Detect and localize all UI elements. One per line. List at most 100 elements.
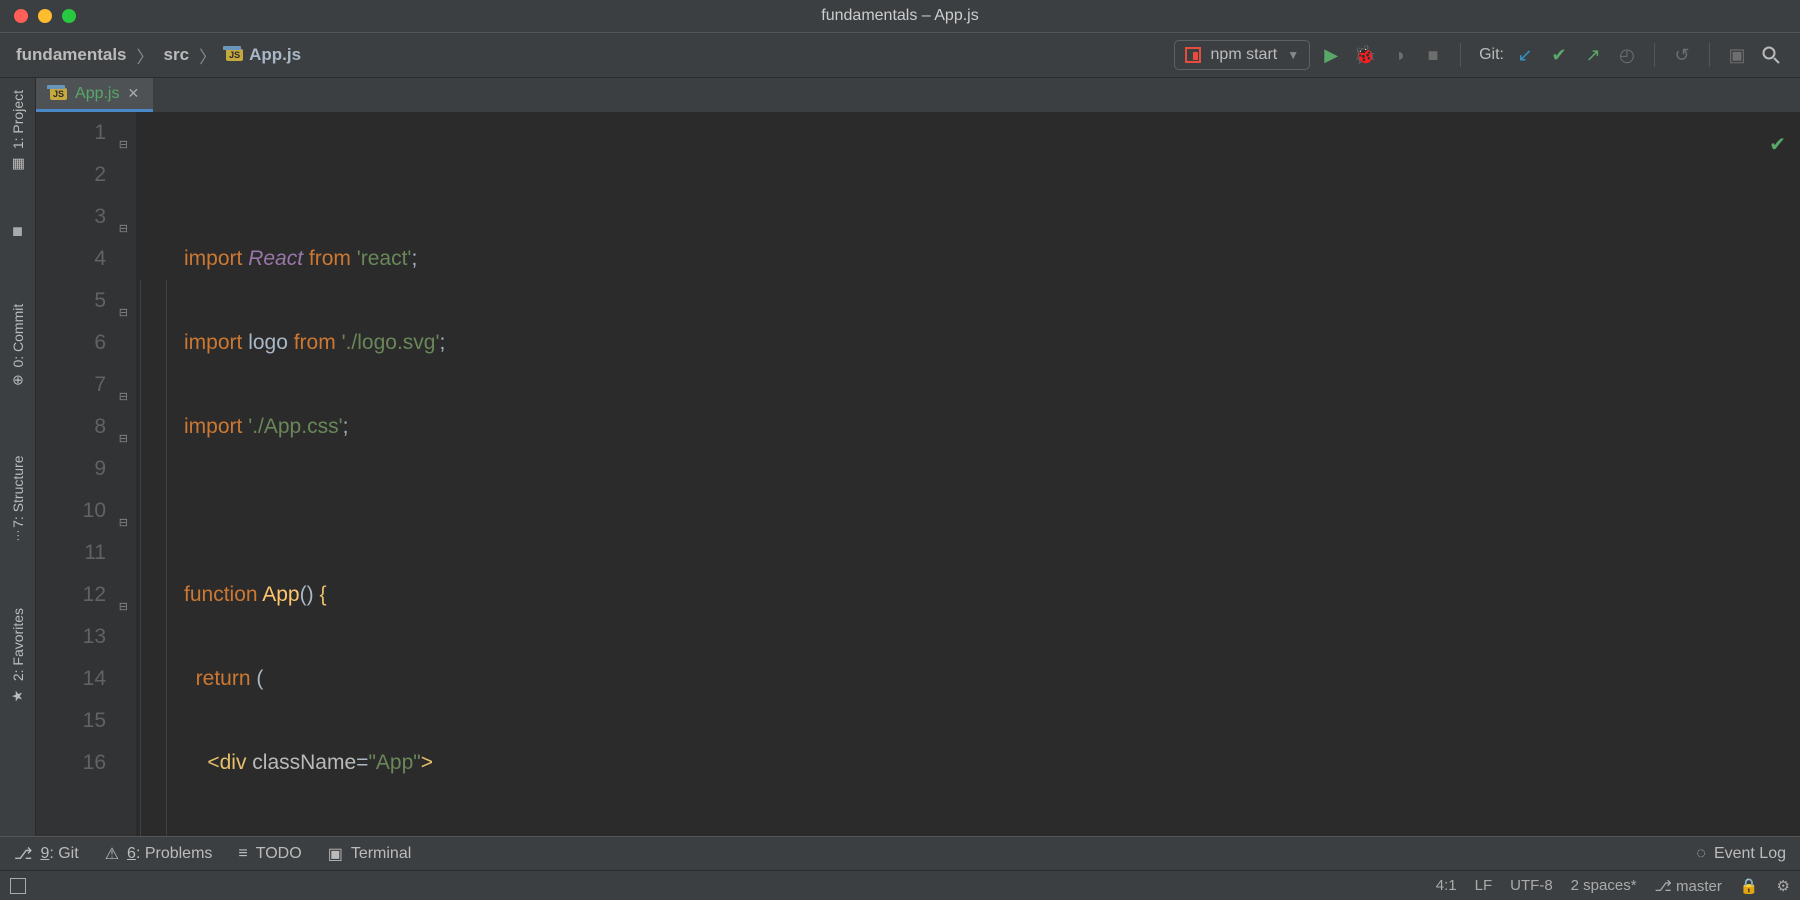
line-number: 3 [36, 196, 106, 238]
sidebar-structure[interactable]: ⫶7: Structure [10, 452, 26, 542]
sidebar-project[interactable]: ▦ 1: Project [10, 86, 26, 175]
indent[interactable]: 2 spaces* [1571, 877, 1637, 894]
line-number: 6 [36, 322, 106, 364]
code-editor[interactable]: 1 2 3 4 5 6 7 8 9 10 11 12 13 14 15 16 ⊟… [36, 112, 1800, 836]
fold-icon[interactable]: ⊟ [114, 292, 128, 306]
close-window-button[interactable] [14, 9, 28, 23]
terminal-icon: ▣ [328, 844, 343, 864]
folder-icon[interactable]: ■ [12, 221, 23, 242]
branch-icon: ⎇ [1655, 878, 1672, 895]
bottom-problems[interactable]: ⚠6: Problems [105, 844, 213, 864]
project-icon: ▦ [10, 155, 26, 171]
line-number: 13 [36, 616, 106, 658]
gutter[interactable]: 1 2 3 4 5 6 7 8 9 10 11 12 13 14 15 16 ⊟… [36, 112, 136, 836]
line-number: 1 [36, 112, 106, 154]
bottom-git[interactable]: ⎇9: Git [14, 844, 79, 864]
code-content[interactable]: import React from 'react'; import logo f… [136, 112, 1800, 836]
js-file-icon: JS [50, 88, 67, 100]
fold-icon[interactable]: ⊟ [114, 502, 128, 516]
sidebar-structure-label: 7: Structure [10, 456, 26, 528]
chevron-down-icon: ▼ [1287, 48, 1299, 62]
sidebar-favorites-label: 2: Favorites [10, 608, 26, 681]
ide-indicator-icon[interactable]: ⚙ [1777, 877, 1790, 895]
caret-position[interactable]: 4:1 [1436, 877, 1457, 894]
run-config-selector[interactable]: npm start ▼ [1174, 40, 1311, 70]
stop-button[interactable]: ■ [1420, 42, 1446, 68]
breadcrumb-root[interactable]: fundamentals [16, 45, 127, 65]
breadcrumb[interactable]: fundamentals 〉 src 〉 JS App.js [16, 43, 301, 68]
git-commit-button[interactable]: ✔ [1546, 42, 1572, 68]
line-number: 14 [36, 658, 106, 700]
tab-label: App.js [75, 85, 119, 103]
run-button[interactable]: ▶ [1318, 42, 1344, 68]
fold-icon[interactable]: ⊟ [114, 586, 128, 600]
breadcrumb-file[interactable]: JS App.js [226, 45, 301, 65]
close-tab-button[interactable]: ✕ [127, 85, 139, 102]
line-number: 4 [36, 238, 106, 280]
lock-icon[interactable]: 🔒 [1740, 877, 1759, 895]
search-everywhere-button[interactable] [1758, 42, 1784, 68]
commit-icon: ⊕ [12, 372, 24, 388]
line-number: 10 [36, 490, 106, 532]
line-number: 2 [36, 154, 106, 196]
maximize-window-button[interactable] [62, 9, 76, 23]
sidebar-favorites[interactable]: ★ 2: Favorites [10, 604, 26, 707]
editor-tabs: JS App.js ✕ [36, 78, 1800, 112]
bottom-bar: ⎇9: Git ⚠6: Problems ≡ TODO ▣ Terminal ◌Ev… [0, 836, 1800, 870]
bubble-icon: ◌ [1696, 845, 1706, 863]
sidebar-project-label: 1: Project [10, 90, 26, 149]
line-number: 16 [36, 742, 106, 784]
structure-icon: ⫶ [16, 528, 20, 544]
coverage-button[interactable]: ◑ [1386, 42, 1412, 68]
bottom-todo[interactable]: ≡ TODO [238, 845, 301, 863]
line-number: 7 [36, 364, 106, 406]
run-config-label: npm start [1211, 46, 1278, 64]
minimize-window-button[interactable] [38, 9, 52, 23]
tool-window-toggle[interactable] [10, 878, 26, 894]
line-number: 11 [36, 532, 106, 574]
js-file-icon: JS [226, 49, 243, 61]
bottom-todo-label: TODO [256, 845, 302, 863]
list-icon: ≡ [238, 845, 247, 863]
fold-icon[interactable]: ⊟ [114, 418, 128, 432]
breadcrumb-file-label: App.js [249, 45, 301, 65]
breadcrumb-dir[interactable]: src [164, 45, 190, 65]
fold-icon[interactable]: ⊟ [114, 376, 128, 390]
titlebar: fundamentals – App.js [0, 0, 1800, 32]
status-bar: 4:1 LF UTF-8 2 spaces* ⎇ master 🔒 ⚙ [0, 870, 1800, 900]
inspection-ok-icon[interactable]: ✔ [1769, 124, 1786, 166]
fold-icon[interactable]: ⊟ [114, 124, 128, 138]
event-log[interactable]: ◌Event Log [1696, 845, 1786, 863]
git-label: Git: [1479, 46, 1504, 64]
line-number: 8 [36, 406, 106, 448]
editor-area: JS App.js ✕ 1 2 3 4 5 6 7 8 9 10 11 12 1… [36, 78, 1800, 836]
branch-icon: ⎇ [14, 844, 32, 864]
git-update-button[interactable]: ↙ [1512, 42, 1538, 68]
encoding[interactable]: UTF-8 [1510, 877, 1553, 894]
line-number: 5 [36, 280, 106, 322]
undo-button[interactable]: ↺ [1669, 42, 1695, 68]
line-number: 15 [36, 700, 106, 742]
window-title: fundamentals – App.js [821, 7, 978, 25]
history-button[interactable]: ◴ [1614, 42, 1640, 68]
left-sidebar: ▦ 1: Project ■ ⊕ 0: Commit ⫶7: Structure ★… [0, 78, 36, 836]
toolbar: fundamentals 〉 src 〉 JS App.js npm start… [0, 32, 1800, 78]
window-controls [0, 9, 76, 23]
debug-button[interactable]: 🐞 [1352, 42, 1378, 68]
line-number: 9 [36, 448, 106, 490]
npm-icon [1185, 47, 1201, 63]
git-branch[interactable]: ⎇ master [1655, 877, 1722, 895]
bottom-terminal-label: Terminal [351, 845, 411, 863]
line-separator[interactable]: LF [1475, 877, 1493, 894]
line-number: 12 [36, 574, 106, 616]
sidebar-commit-label: 0: Commit [10, 304, 26, 368]
fold-icon[interactable]: ⊟ [114, 208, 128, 222]
ide-settings-button[interactable]: ▣ [1724, 42, 1750, 68]
bottom-terminal[interactable]: ▣ Terminal [328, 844, 412, 864]
star-icon: ★ [10, 687, 26, 703]
sidebar-commit[interactable]: ⊕ 0: Commit [10, 300, 26, 390]
chevron-right-icon: 〉 [137, 43, 154, 68]
search-icon [1761, 45, 1781, 65]
editor-tab-app-js[interactable]: JS App.js ✕ [36, 78, 153, 112]
git-push-button[interactable]: ↗ [1580, 42, 1606, 68]
